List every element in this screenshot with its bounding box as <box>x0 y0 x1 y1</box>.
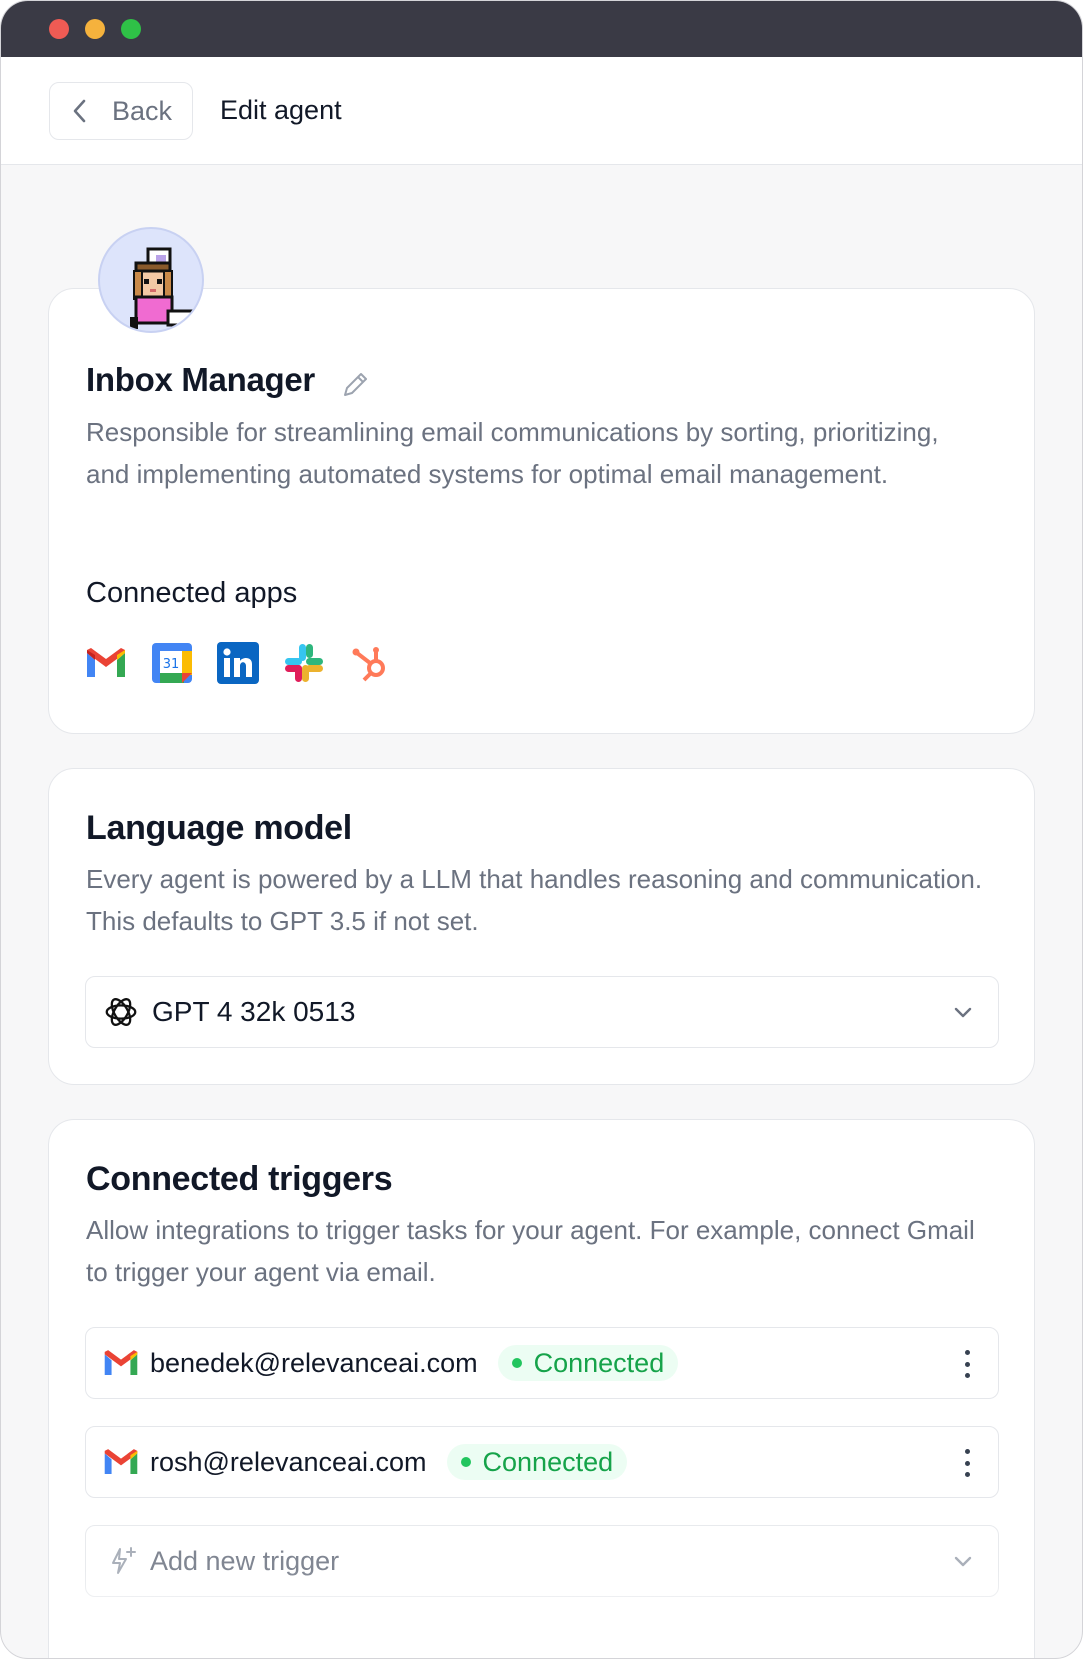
google-calendar-icon[interactable]: 31 <box>151 642 193 684</box>
edit-pencil-icon[interactable] <box>339 369 371 401</box>
slack-icon[interactable] <box>283 642 325 684</box>
page-title: Edit agent <box>220 95 342 125</box>
selected-model-label: GPT 4 32k 0513 <box>152 996 356 1027</box>
agent-avatar[interactable] <box>98 227 204 333</box>
status-badge: Connected <box>446 1444 628 1480</box>
language-model-select[interactable]: GPT 4 32k 0513 <box>85 976 999 1048</box>
sparkle-bolt-icon <box>112 1547 136 1574</box>
back-button[interactable]: Back <box>49 82 193 140</box>
openai-logo-icon <box>105 998 137 1026</box>
gmail-icon[interactable] <box>85 642 127 684</box>
connected-apps-heading: Connected apps <box>86 577 298 609</box>
add-new-trigger-select[interactable]: Add new trigger <box>85 1525 999 1597</box>
minimize-window-button[interactable] <box>85 19 105 39</box>
pixel-character-icon <box>130 247 198 329</box>
trigger-row[interactable]: benedek@relevanceai.com Connected <box>85 1327 999 1399</box>
chevron-down-icon <box>954 1556 972 1567</box>
language-model-description: Every agent is powered by a LLM that han… <box>86 864 983 936</box>
trigger-email: benedek@relevanceai.com <box>150 1347 478 1378</box>
connected-triggers-heading: Connected triggers <box>86 1160 393 1198</box>
status-badge: Connected <box>497 1345 679 1381</box>
trigger-row[interactable]: rosh@relevanceai.com Connected <box>85 1426 999 1498</box>
chevron-down-icon <box>954 1007 972 1018</box>
status-dot-icon <box>511 1358 522 1368</box>
calendar-day-label: 31 <box>163 657 180 672</box>
connected-triggers-card: Connected triggers Allow integrations to… <box>48 1119 1035 1658</box>
gmail-icon <box>102 1443 140 1481</box>
hubspot-icon[interactable] <box>349 642 391 684</box>
gmail-icon <box>102 1344 140 1382</box>
close-window-button[interactable] <box>49 19 69 39</box>
app-window: Back Edit agent Inbox Manager Responsibl… <box>0 0 1083 1659</box>
add-new-trigger-label: Add new trigger <box>150 1545 340 1576</box>
trigger-email: rosh@relevanceai.com <box>150 1446 427 1477</box>
maximize-window-button[interactable] <box>121 19 141 39</box>
more-options-icon[interactable] <box>962 1350 972 1378</box>
page-header: Back Edit agent <box>1 57 1082 165</box>
chevron-left-icon <box>73 99 86 123</box>
status-text: Connected <box>482 1446 614 1477</box>
agent-info-card: Inbox Manager Responsible for streamlini… <box>48 288 1035 734</box>
agent-name: Inbox Manager <box>86 361 315 398</box>
more-options-icon[interactable] <box>962 1449 972 1477</box>
connected-triggers-description: Allow integrations to trigger tasks for … <box>86 1215 975 1287</box>
connected-apps-list: 31 <box>85 642 391 684</box>
language-model-heading: Language model <box>86 809 352 847</box>
agent-description: Responsible for streamlining email commu… <box>86 417 939 489</box>
linkedin-icon[interactable] <box>217 642 259 684</box>
status-text: Connected <box>533 1347 665 1378</box>
language-model-card: Language model Every agent is powered by… <box>48 768 1035 1085</box>
status-dot-icon <box>460 1457 471 1467</box>
window-titlebar <box>1 1 1082 57</box>
back-button-label: Back <box>112 95 173 126</box>
